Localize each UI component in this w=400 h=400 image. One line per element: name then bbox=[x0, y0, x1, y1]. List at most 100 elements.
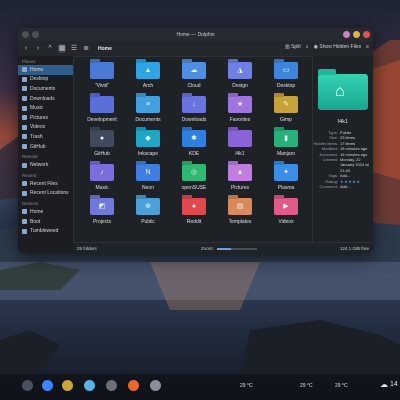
compact-view-icon[interactable]: ☰ bbox=[70, 44, 78, 53]
folder-item[interactable]: ● Reddit bbox=[172, 198, 216, 232]
store-icon[interactable] bbox=[150, 380, 161, 391]
folder-icon bbox=[228, 130, 252, 147]
folder-label: Favorites bbox=[229, 117, 251, 123]
folder-glyph: ↓ bbox=[192, 101, 196, 108]
sidebar-item[interactable]: Recent Locations bbox=[18, 189, 73, 199]
zoom-slider-fill bbox=[216, 247, 231, 250]
folder-item[interactable]: ◮ Design bbox=[218, 62, 262, 96]
zoom-control[interactable]: Zoom: bbox=[201, 246, 257, 251]
breadcrumb[interactable]: Home bbox=[98, 46, 112, 52]
sidebar-item[interactable]: Recent Files bbox=[18, 179, 73, 189]
folder-item[interactable]: ✱ KDE bbox=[172, 130, 216, 164]
folder-glyph: ★ bbox=[236, 101, 244, 108]
files-icon[interactable] bbox=[62, 380, 73, 391]
folder-item[interactable]: ✎ Gimp bbox=[264, 96, 308, 130]
sidebar-item[interactable]: Videos bbox=[18, 123, 73, 133]
folder-label: Cloud bbox=[187, 83, 201, 89]
folder-item[interactable]: ▭ Desktop bbox=[264, 62, 308, 96]
sidebar-section-title: Recent bbox=[22, 172, 37, 178]
folder-item[interactable]: ▲ Pictures bbox=[218, 164, 262, 198]
place-icon bbox=[22, 181, 27, 187]
zoom-slider[interactable] bbox=[216, 247, 257, 250]
public-icon: ⊕ bbox=[136, 198, 160, 215]
sidebar-item[interactable]: Trash bbox=[18, 132, 73, 142]
sidebar-item[interactable]: Pictures bbox=[18, 113, 73, 123]
folder-label: GitHub bbox=[94, 151, 110, 157]
sidebar-item[interactable]: Boot bbox=[18, 217, 73, 227]
cloud-icon: ☁ bbox=[380, 380, 388, 389]
property-value[interactable]: Add... bbox=[340, 184, 373, 189]
sidebar-item-label: Videos bbox=[30, 124, 46, 131]
folder-item[interactable]: ◆ Inkscape bbox=[126, 130, 170, 164]
back-icon[interactable]: ‹ bbox=[22, 44, 30, 53]
sidebar-item[interactable]: Downloads bbox=[18, 94, 73, 104]
folder-item[interactable]: ↓ Downloads bbox=[172, 96, 216, 130]
sidebar-item-label: Home bbox=[30, 66, 44, 73]
search-icon[interactable]: ⌕ bbox=[306, 44, 309, 50]
folder-item[interactable]: Development bbox=[80, 96, 124, 130]
folder-item[interactable]: ▤ Templates bbox=[218, 198, 262, 232]
minimize-button[interactable] bbox=[343, 31, 350, 38]
sidebar-item[interactable]: Network bbox=[18, 160, 73, 170]
zoom-label: Zoom: bbox=[201, 246, 214, 251]
sidebar-item[interactable]: Documents bbox=[18, 84, 73, 94]
folder-item[interactable]: ▮ Manjaro bbox=[264, 130, 308, 164]
property-key: Created: bbox=[322, 157, 338, 163]
folder-glyph: ● bbox=[99, 135, 105, 142]
up-icon[interactable]: ^ bbox=[46, 44, 54, 53]
sidebar-item[interactable]: Home bbox=[18, 65, 73, 75]
place-icon bbox=[22, 105, 27, 111]
clock[interactable]: 14 bbox=[390, 381, 398, 388]
terminal-icon[interactable] bbox=[106, 380, 117, 391]
forward-icon[interactable]: › bbox=[34, 44, 42, 53]
folder-item[interactable]: ▲ Arch bbox=[126, 62, 170, 96]
folder-label: "Vivid" bbox=[94, 83, 110, 89]
firefox-icon[interactable] bbox=[128, 380, 139, 391]
folder-item[interactable]: ☁ Cloud bbox=[172, 62, 216, 96]
maximize-button[interactable] bbox=[353, 31, 360, 38]
preview-folder-icon: ⌂ bbox=[318, 69, 368, 110]
icons-view-icon[interactable]: ▦ bbox=[58, 44, 66, 53]
folder-item[interactable]: ★ Favorites bbox=[218, 96, 262, 130]
sidebar-item[interactable]: Desktop bbox=[18, 75, 73, 85]
folder-glyph: ● bbox=[191, 203, 197, 210]
folder-item[interactable]: N Neon bbox=[126, 164, 170, 198]
sidebar-item-label: Recent Files bbox=[30, 180, 58, 187]
folder-glyph: ✎ bbox=[283, 101, 289, 108]
show-hidden-button[interactable]: ◉ Show Hidden Files bbox=[314, 44, 361, 50]
folder-glyph: ◩ bbox=[98, 203, 106, 210]
app-launcher-icon[interactable] bbox=[22, 380, 33, 391]
folder-item[interactable]: ◩ Projects bbox=[80, 198, 124, 232]
settings-icon[interactable] bbox=[84, 380, 95, 391]
sidebar-item[interactable]: Music bbox=[18, 103, 73, 113]
home-icon: ⌂ bbox=[335, 83, 345, 100]
reddit-icon: ● bbox=[182, 198, 206, 215]
hamburger-menu-icon[interactable]: ≡ bbox=[366, 44, 369, 50]
split-button[interactable]: ▥ Split bbox=[285, 44, 301, 50]
sidebar-item-label: Documents bbox=[30, 85, 56, 92]
browser-icon[interactable] bbox=[42, 380, 53, 391]
sidebar-item[interactable]: Home bbox=[18, 207, 73, 217]
details-view-icon[interactable]: ≣ bbox=[82, 44, 90, 53]
weather-2: 29 °C bbox=[335, 383, 348, 389]
sidebar-item[interactable]: GitHub bbox=[18, 142, 73, 152]
sidebar-item[interactable]: Tumbleweed bbox=[18, 226, 73, 236]
folder-item[interactable]: l4k1 bbox=[218, 130, 262, 164]
folder-item[interactable]: "Vivid" bbox=[80, 62, 124, 96]
folder-item[interactable]: ♪ Music bbox=[80, 164, 124, 198]
close-button[interactable] bbox=[363, 31, 370, 38]
place-icon bbox=[22, 228, 27, 234]
folder-item[interactable]: ≡ Documents bbox=[126, 96, 170, 130]
sidebar-item-label: Downloads bbox=[30, 95, 55, 102]
toolbar: ‹ › ^ ▦ ☰ ≣ Home ▥ Split ⌕ ◉ Show Hidden… bbox=[18, 41, 373, 57]
folder-item[interactable]: ◎ openSUSE bbox=[172, 164, 216, 198]
folder-item[interactable]: ● GitHub bbox=[80, 130, 124, 164]
folder-glyph: ✦ bbox=[283, 169, 289, 176]
folder-item[interactable]: ▶ Videos bbox=[264, 198, 308, 232]
folder-item[interactable]: ⊕ Public bbox=[126, 198, 170, 232]
folder-item[interactable]: ✦ Plasma bbox=[264, 164, 308, 198]
folder-label: Public bbox=[141, 219, 155, 225]
gimp-icon: ✎ bbox=[274, 96, 298, 113]
folder-label: Design bbox=[232, 83, 248, 89]
folder-label: Projects bbox=[92, 219, 112, 225]
